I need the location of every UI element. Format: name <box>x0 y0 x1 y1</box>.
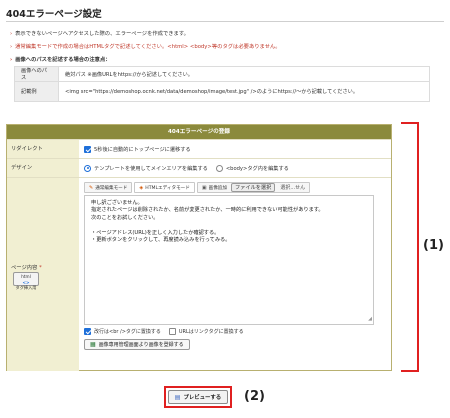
note-line-3: › 画像へのパスを記述する場合の注意点： <box>10 57 111 63</box>
bullet-mark: › <box>10 31 13 37</box>
table-row: 画像へのパス 絶対パス ※画像URLをhttps://から記述してください。 <box>14 66 430 82</box>
error-page-form-panel: 404エラーページの登録 リダイレクト 5秒後に自動的にトップページに遷移する … <box>6 124 392 371</box>
redirect-checkbox[interactable]: 5秒後に自動的にトップページに遷移する <box>84 145 191 153</box>
table-value: 絶対パス ※画像URLをhttps://から記述してください。 <box>58 66 430 82</box>
pencil-icon: ✎ <box>89 184 94 191</box>
resize-handle-icon[interactable]: ◢ <box>368 316 372 323</box>
url-link-checkbox[interactable]: URLはリンクタグに置換する <box>168 328 244 335</box>
image-upload-icon: ▦ <box>90 341 96 348</box>
bullet-mark: › <box>10 44 13 50</box>
checkbox-checked[interactable] <box>84 145 91 153</box>
editor-tabs: ✎ 通常編集モード ◈ HTMLエディタモード ▣ 画像追加 ファイルを選択 選… <box>84 182 311 193</box>
panel-header: 404エラーページの登録 <box>7 125 391 139</box>
file-status: 選択...せん <box>280 185 306 191</box>
table-value: <img src="https://demoshop.ocnk.net/data… <box>58 81 430 102</box>
bullet-mark: › <box>10 57 13 63</box>
redirect-label: リダイレクト <box>7 140 79 158</box>
required-mark: * <box>39 265 42 271</box>
image-icon: ▣ <box>201 184 207 191</box>
content-editor[interactable]: 申し訳ございません。 指定されたページは削除されたか、名前が変更されたか、一時的… <box>84 195 374 325</box>
page-title: 404エラーページ設定 <box>6 9 102 20</box>
annotation-box-1 <box>401 122 419 372</box>
editor-line: ・ページアドレス(URL)を正しく入力したか確認する。 <box>91 229 220 236</box>
content-row: ページ内容 * html <> タグ挿入用 ✎ 通常編集モード ◈ HTMLエデ… <box>7 177 391 371</box>
design-label: デザイン <box>7 159 79 177</box>
code-icon: ◈ <box>139 184 144 191</box>
tab-html-editor[interactable]: ◈ HTMLエディタモード <box>134 182 195 193</box>
design-option-template[interactable]: テンプレートを使用してメインエリアを編集する <box>84 164 208 172</box>
tab-normal-edit[interactable]: ✎ 通常編集モード <box>84 182 133 193</box>
editor-line: 次のことをお試しください。 <box>91 214 159 221</box>
annotation-label-1: (1) <box>423 238 444 253</box>
redirect-checkbox-label: 5秒後に自動的にトップページに遷移する <box>94 146 191 153</box>
preview-button[interactable]: ▤ プレビューする <box>168 390 228 404</box>
editor-line: ・更新ボタンをクリックして、再度読み込みを行ってみる。 <box>91 237 231 244</box>
content-label-cell: ページ内容 * html <> タグ挿入用 <box>7 178 79 371</box>
note-line-2: › 通常編集モードで作成の場合はHTMLタグで記述してください。<html> <b… <box>10 44 281 50</box>
title-divider <box>6 21 444 22</box>
html-tag-insert-button[interactable]: html <> タグ挿入用 <box>13 272 39 290</box>
file-select-button[interactable]: ファイルを選択 <box>230 183 276 192</box>
redirect-row: リダイレクト 5秒後に自動的にトップページに遷移する <box>7 139 391 158</box>
table-row: 記載例 <img src="https://demoshop.ocnk.net/… <box>14 81 430 102</box>
editor-options: 改行は<br />タグに置換する URLはリンクタグに置換する <box>84 328 252 335</box>
design-option-body[interactable]: <body>タグ内を編集する <box>215 164 289 172</box>
design-row: デザイン テンプレートを使用してメインエリアを編集する <body>タグ内を編集… <box>7 158 391 177</box>
br-replace-checkbox[interactable]: 改行は<br />タグに置換する <box>84 328 161 335</box>
editor-line: 指定されたページは削除されたか、名前が変更されたか、一時的に利用できない可能性が… <box>91 207 324 214</box>
table-label: 記載例 <box>14 81 59 102</box>
table-label: 画像へのパス <box>14 66 59 82</box>
preview-icon: ▤ <box>174 393 181 401</box>
note-line-1: › 表示できないページへアクセスした際の、エラーページを作成できます。 <box>10 31 189 37</box>
image-path-table: 画像へのパス 絶対パス ※画像URLをhttps://から記述してください。 記… <box>14 66 430 102</box>
register-image-button[interactable]: ▦ 画像専用管理画面より画像を登録する <box>84 339 190 350</box>
checkbox-unchecked[interactable] <box>168 328 176 335</box>
content-label: ページ内容 * <box>11 265 42 271</box>
radio-unselected[interactable] <box>215 164 223 172</box>
radio-selected[interactable] <box>84 164 91 172</box>
tab-add-image[interactable]: ▣ 画像追加 ファイルを選択 選択...せん <box>196 182 311 193</box>
annotation-label-2: (2) <box>244 389 265 404</box>
checkbox-checked[interactable] <box>84 328 91 335</box>
